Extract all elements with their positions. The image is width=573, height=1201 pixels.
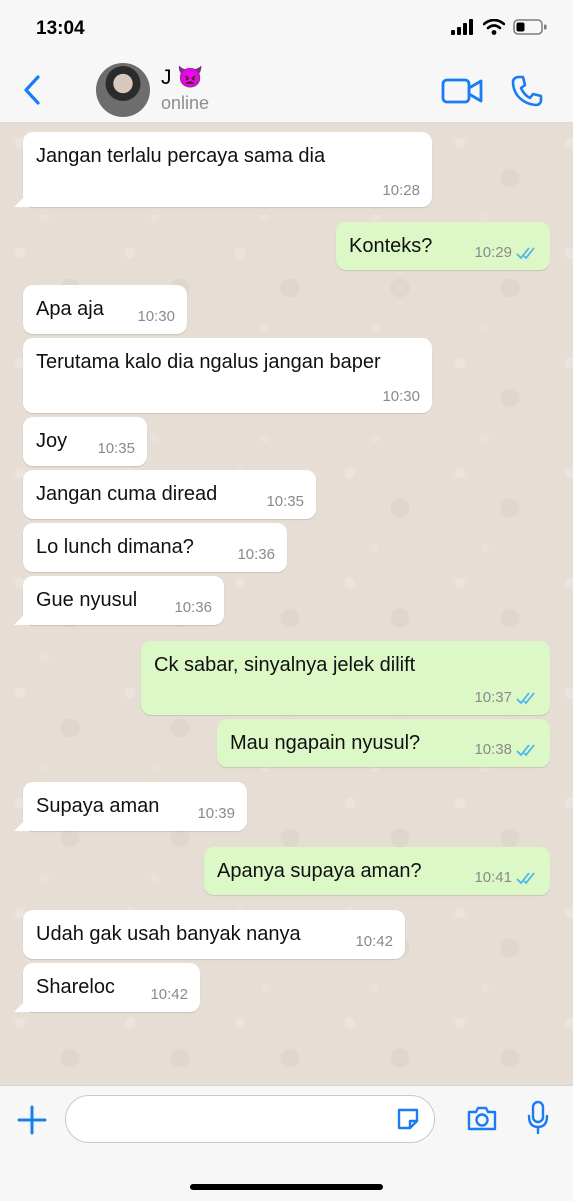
input-bar bbox=[0, 1085, 573, 1201]
message-text: Ck sabar, sinyalnya jelek dilift bbox=[154, 654, 416, 676]
video-call-icon[interactable] bbox=[441, 76, 483, 106]
chat-area[interactable]: Jangan terlalu percaya sama dia 10:28 Ko… bbox=[0, 123, 573, 1085]
microphone-icon[interactable] bbox=[527, 1100, 549, 1136]
message-time: 10:42 bbox=[355, 933, 393, 950]
message-text: Apanya supaya aman? bbox=[217, 860, 422, 882]
message-text: Apa aja bbox=[36, 298, 104, 320]
message-text: Terutama kalo dia ngalus jangan baper bbox=[36, 351, 381, 373]
message-outgoing[interactable]: Mau ngapain nyusul? 10:38 bbox=[217, 719, 550, 767]
bubble-tail bbox=[14, 609, 30, 625]
status-bar: 13:04 bbox=[0, 0, 573, 58]
message-outgoing[interactable]: Ck sabar, sinyalnya jelek dilift 10:37 bbox=[141, 641, 550, 715]
message-text: Udah gak usah banyak nanya bbox=[36, 923, 301, 945]
chat-header: J 👿 online bbox=[0, 58, 573, 123]
message-incoming[interactable]: Lo lunch dimana? 10:36 bbox=[23, 523, 287, 572]
phone-call-icon[interactable] bbox=[510, 74, 544, 108]
contact-name[interactable]: J 👿 bbox=[161, 66, 203, 90]
message-time: 10:36 bbox=[237, 546, 275, 563]
message-time: 10:29 bbox=[474, 244, 512, 261]
signal-icon bbox=[451, 19, 473, 35]
message-incoming[interactable]: Supaya aman 10:39 bbox=[14, 782, 247, 831]
bubble-tail bbox=[14, 815, 30, 831]
message-incoming[interactable]: Joy 10:35 bbox=[23, 417, 147, 466]
message-text: Jangan cuma diread bbox=[36, 483, 218, 505]
message-incoming[interactable]: Gue nyusul 10:36 bbox=[14, 576, 224, 625]
message-text: Lo lunch dimana? bbox=[36, 536, 194, 558]
message-time: 10:38 bbox=[474, 741, 512, 758]
message-text: Jangan terlalu percaya sama dia bbox=[36, 145, 326, 167]
bubble-tail bbox=[14, 996, 30, 1012]
back-chevron-icon[interactable] bbox=[18, 73, 48, 107]
home-indicator bbox=[190, 1184, 383, 1190]
bubble-tail bbox=[14, 191, 30, 207]
message-time: 10:37 bbox=[474, 689, 512, 706]
message-incoming[interactable]: Udah gak usah banyak nanya 10:42 bbox=[23, 910, 405, 959]
message-outgoing[interactable]: Apanya supaya aman? 10:41 bbox=[204, 847, 550, 895]
message-incoming[interactable]: Jangan cuma diread 10:35 bbox=[23, 470, 316, 519]
message-time: 10:30 bbox=[382, 388, 420, 405]
message-time: 10:39 bbox=[197, 805, 235, 822]
status-time: 13:04 bbox=[36, 18, 85, 39]
camera-icon[interactable] bbox=[466, 1104, 498, 1132]
contact-status: online bbox=[161, 93, 210, 113]
message-incoming[interactable]: Shareloc 10:42 bbox=[14, 963, 200, 1012]
message-text: Gue nyusul bbox=[36, 589, 138, 611]
message-text: Konteks? bbox=[349, 235, 433, 257]
wifi-icon bbox=[483, 19, 505, 35]
message-incoming[interactable]: Terutama kalo dia ngalus jangan baper 10… bbox=[23, 338, 432, 413]
message-text: Supaya aman bbox=[36, 795, 160, 817]
read-ticks-icon bbox=[516, 692, 535, 705]
status-icons bbox=[451, 19, 547, 35]
message-incoming[interactable]: Apa aja 10:30 bbox=[23, 285, 187, 334]
read-ticks-icon bbox=[516, 744, 535, 757]
message-time: 10:30 bbox=[137, 308, 175, 325]
plus-icon[interactable] bbox=[16, 1104, 48, 1136]
message-time: 10:35 bbox=[97, 440, 135, 457]
read-ticks-icon bbox=[516, 247, 535, 260]
message-input[interactable] bbox=[65, 1095, 435, 1143]
avatar[interactable] bbox=[96, 63, 150, 117]
message-time: 10:42 bbox=[150, 986, 188, 1003]
message-incoming[interactable]: Jangan terlalu percaya sama dia 10:28 bbox=[14, 132, 432, 207]
message-outgoing[interactable]: Konteks? 10:29 bbox=[336, 222, 550, 270]
message-text: Mau ngapain nyusul? bbox=[230, 732, 421, 754]
message-time: 10:28 bbox=[382, 182, 420, 199]
message-text: Shareloc bbox=[36, 976, 115, 998]
message-time: 10:36 bbox=[174, 599, 212, 616]
message-time: 10:41 bbox=[474, 869, 512, 886]
sticker-icon[interactable] bbox=[395, 1106, 421, 1132]
read-ticks-icon bbox=[516, 872, 535, 885]
battery-icon bbox=[513, 19, 547, 35]
message-text: Joy bbox=[36, 430, 68, 452]
message-time: 10:35 bbox=[266, 493, 304, 510]
